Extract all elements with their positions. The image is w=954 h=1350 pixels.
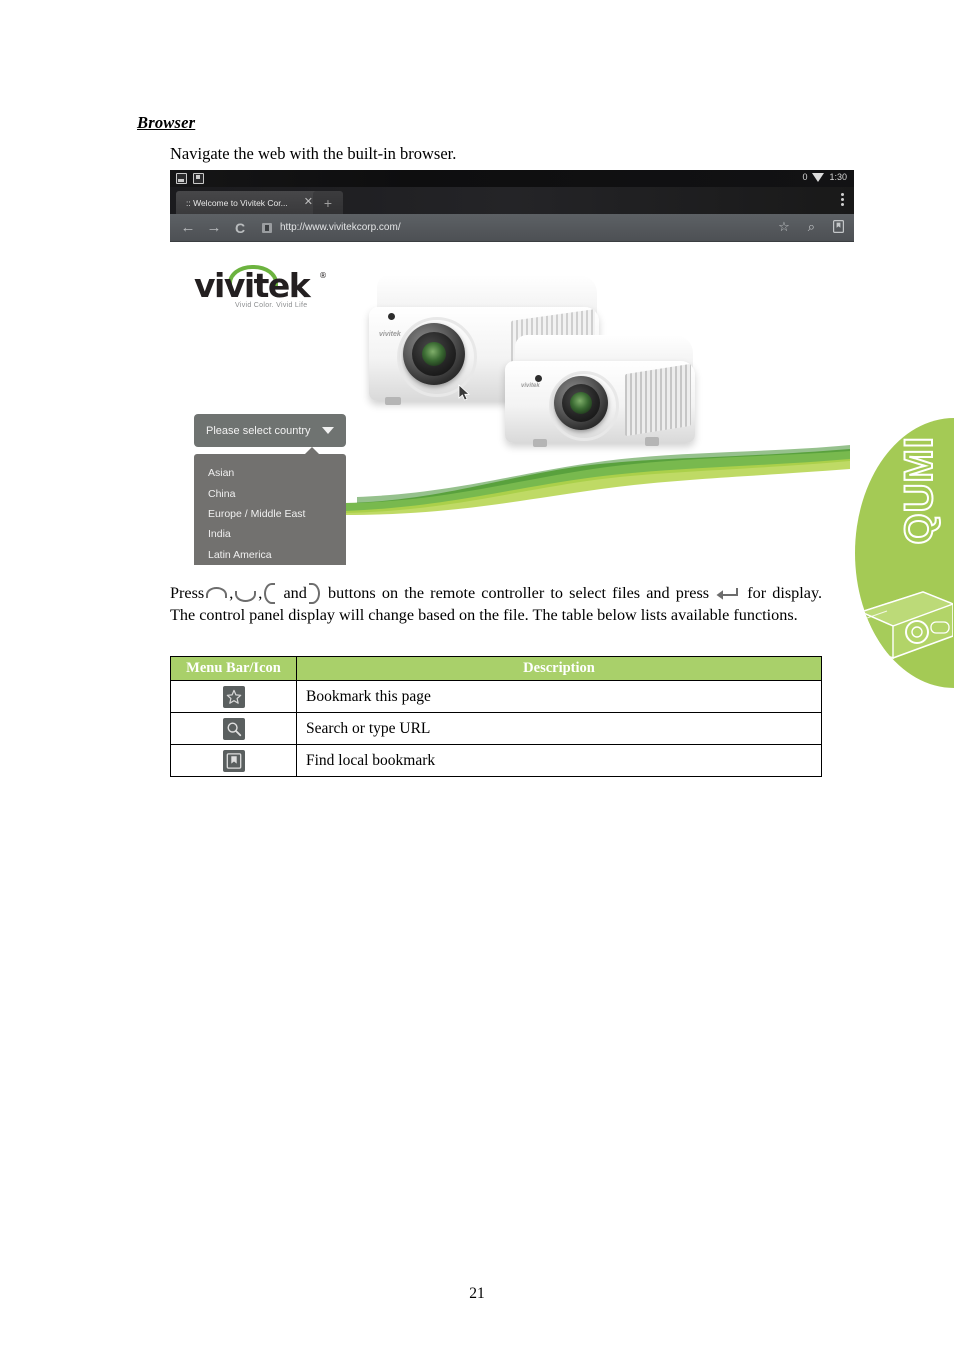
logo-tagline: Vivid Color. Vivid Life bbox=[235, 302, 308, 309]
registered-mark: ® bbox=[319, 271, 327, 280]
page-number: 21 bbox=[469, 1285, 485, 1302]
browser-tab-strip: :: Welcome to Vivitek Cor... ✕ + bbox=[170, 187, 854, 214]
page-favicon-icon bbox=[262, 222, 272, 233]
country-option[interactable]: Asian bbox=[194, 463, 346, 483]
forward-arrow-icon[interactable]: → bbox=[206, 220, 222, 235]
back-arrow-icon[interactable]: ← bbox=[180, 220, 196, 235]
search-icon bbox=[222, 717, 245, 740]
bookmark-icon[interactable] bbox=[833, 219, 845, 236]
and-word: and bbox=[283, 584, 307, 602]
country-option[interactable]: Europe / Middle East bbox=[194, 504, 346, 524]
table-row: Find local bookmark bbox=[170, 744, 822, 777]
country-select-label: Please select country bbox=[206, 424, 311, 437]
bookmark-icon bbox=[222, 749, 245, 772]
intro-paragraph: Navigate the web with the built-in brows… bbox=[170, 144, 457, 163]
projector-brand-label-small: vivitek bbox=[521, 383, 540, 389]
browser-tab-active[interactable]: :: Welcome to Vivitek Cor... ✕ bbox=[176, 191, 321, 214]
star-icon bbox=[222, 685, 245, 708]
country-select-dropdown[interactable]: Please select country bbox=[194, 414, 346, 447]
up-arrow-icon bbox=[206, 586, 228, 598]
projector-brand-label: vivitek bbox=[379, 331, 401, 338]
search-icon[interactable]: ⌕ bbox=[808, 221, 815, 234]
paragraph-rest: buttons on the remote controller to sele… bbox=[328, 584, 710, 602]
right-arrow-icon bbox=[308, 582, 320, 604]
new-tab-button[interactable]: + bbox=[313, 191, 343, 214]
wifi-icon bbox=[812, 172, 825, 182]
country-options-list: Asian China Europe / Middle East India L… bbox=[194, 447, 346, 565]
overflow-menu-icon[interactable] bbox=[841, 193, 844, 206]
country-option[interactable]: India bbox=[194, 524, 346, 544]
projector-small: vivitek bbox=[497, 331, 727, 511]
cell-icon bbox=[170, 680, 297, 713]
functions-table: Menu Bar/Icon Description Bookmark this … bbox=[170, 656, 822, 777]
instruction-paragraph: Press,, and buttons on the remote contro… bbox=[170, 582, 822, 625]
page-title: Browser bbox=[137, 113, 196, 132]
table-row: Bookmark this page bbox=[170, 680, 822, 713]
star-icon[interactable]: ☆ bbox=[778, 221, 790, 234]
toolbar-actions: ☆ ⌕ bbox=[778, 219, 845, 236]
comma-1: , bbox=[229, 584, 234, 602]
vivitek-logo: vivitek ® Vivid Color. Vivid Life bbox=[194, 261, 344, 309]
android-status-bar: 0 1:30 bbox=[170, 170, 854, 187]
comma-2: , bbox=[258, 584, 263, 602]
qumi-wordmark: QUMI bbox=[896, 435, 942, 545]
qumi-side-tab: QUMI bbox=[855, 418, 954, 688]
cell-icon bbox=[170, 744, 297, 777]
screenshot-icon bbox=[176, 173, 187, 184]
url-input[interactable]: http://www.vivitekcorp.com/ bbox=[280, 222, 401, 233]
left-arrow-icon bbox=[264, 582, 276, 604]
table-row: Search or type URL bbox=[170, 712, 822, 745]
reload-icon[interactable]: C bbox=[232, 221, 248, 235]
status-bar-left-icons bbox=[176, 173, 204, 184]
column-header-menu-bar-icon: Menu Bar/Icon bbox=[170, 656, 297, 681]
status-bar-right: 0 1:30 bbox=[802, 172, 847, 182]
cell-icon bbox=[170, 712, 297, 745]
projector-hero-image: vivitek vivitek bbox=[345, 267, 850, 562]
cell-description: Search or type URL bbox=[296, 712, 822, 745]
sdcard-icon bbox=[193, 173, 204, 184]
web-page-content: vivitek ® Vivid Color. Vivid Life vivite… bbox=[170, 242, 854, 565]
browser-screenshot-figure: 0 1:30 :: Welcome to Vivitek Cor... ✕ + … bbox=[170, 170, 854, 565]
cell-description: Bookmark this page bbox=[296, 680, 822, 713]
battery-level-label: 0 bbox=[802, 172, 808, 182]
table-header-row: Menu Bar/Icon Description bbox=[170, 656, 822, 681]
close-icon[interactable]: ✕ bbox=[304, 197, 313, 208]
chevron-down-icon bbox=[322, 427, 334, 434]
enter-key-icon bbox=[715, 587, 741, 601]
press-word: Press bbox=[170, 584, 205, 602]
clock-label: 1:30 bbox=[829, 172, 847, 182]
down-arrow-icon bbox=[235, 590, 257, 602]
country-option[interactable]: China bbox=[194, 483, 346, 503]
browser-toolbar: ← → C http://www.vivitekcorp.com/ ☆ ⌕ bbox=[170, 214, 854, 242]
qumi-projector-illustration bbox=[857, 570, 953, 670]
country-option[interactable]: Latin America bbox=[194, 545, 346, 565]
tab-title: :: Welcome to Vivitek Cor... bbox=[186, 197, 288, 208]
logo-wordmark: vivitek bbox=[194, 266, 311, 305]
cell-description: Find local bookmark bbox=[296, 744, 822, 777]
column-header-description: Description bbox=[296, 656, 822, 681]
